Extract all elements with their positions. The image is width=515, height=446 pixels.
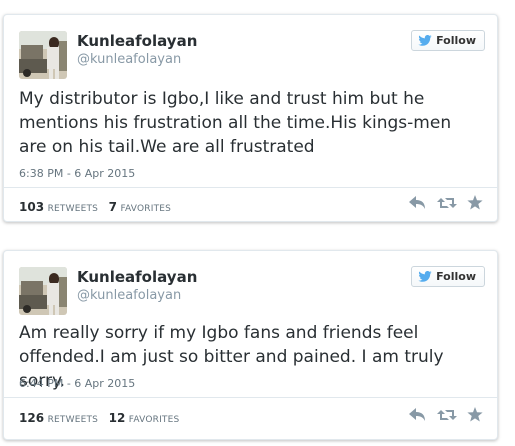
display-name[interactable]: Kunleafolayan xyxy=(77,268,197,286)
user-handle[interactable]: @kunleafolayan xyxy=(77,288,181,303)
retweet-icon[interactable] xyxy=(437,196,457,210)
user-handle[interactable]: @kunleafolayan xyxy=(77,52,181,67)
favorite-count[interactable]: 12 xyxy=(109,411,126,425)
follow-label: Follow xyxy=(436,270,476,283)
display-name[interactable]: Kunleafolayan xyxy=(77,32,197,50)
star-icon[interactable] xyxy=(467,195,483,210)
retweet-count[interactable]: 126 xyxy=(19,411,44,425)
retweet-label[interactable]: RETWEETS xyxy=(48,204,99,214)
favorite-label[interactable]: FAVORITES xyxy=(120,204,171,214)
tweet-text: My distributor is Igbo,I like and trust … xyxy=(19,89,452,157)
avatar[interactable] xyxy=(19,31,67,79)
favorite-label[interactable]: FAVORITES xyxy=(129,415,180,425)
tweet-card: Kunleafolayan @kunleafolayan Follow Am r… xyxy=(3,250,498,440)
favorite-count[interactable]: 7 xyxy=(109,200,117,214)
follow-button[interactable]: Follow xyxy=(411,30,485,51)
avatar[interactable] xyxy=(19,267,67,315)
divider xyxy=(4,397,497,398)
twitter-bird-icon xyxy=(418,271,432,282)
retweet-count[interactable]: 103 xyxy=(19,200,44,214)
tweet-timestamp[interactable]: 6:44 PM - 6 Apr 2015 xyxy=(19,377,135,390)
twitter-bird-icon xyxy=(418,35,432,46)
divider xyxy=(4,187,497,188)
follow-label: Follow xyxy=(436,34,476,47)
tweet-actions xyxy=(409,407,483,422)
tweet-card: Kunleafolayan @kunleafolayan Follow My d… xyxy=(3,14,498,222)
reply-icon[interactable] xyxy=(409,195,427,210)
tweet-timestamp[interactable]: 6:38 PM - 6 Apr 2015 xyxy=(19,167,135,180)
tweet-actions xyxy=(409,195,483,210)
retweet-label[interactable]: RETWEETS xyxy=(48,415,99,425)
tweet-stats: 126 RETWEETS 12 FAVORITES xyxy=(19,411,179,425)
star-icon[interactable] xyxy=(467,407,483,422)
follow-button[interactable]: Follow xyxy=(411,266,485,287)
tweet-stats: 103 RETWEETS 7 FAVORITES xyxy=(19,200,171,214)
reply-icon[interactable] xyxy=(409,407,427,422)
retweet-icon[interactable] xyxy=(437,408,457,422)
